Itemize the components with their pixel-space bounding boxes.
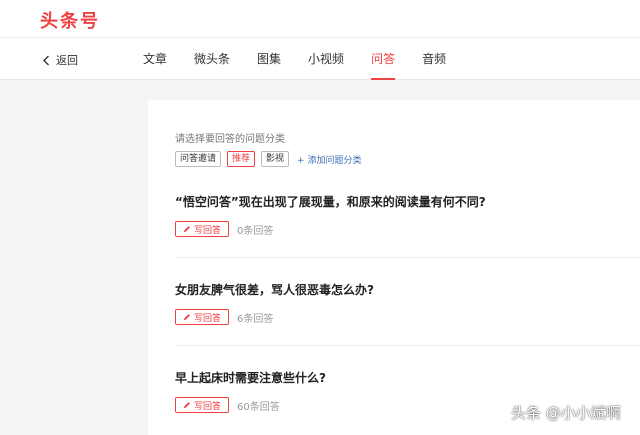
write-answer-label: 写回答: [193, 313, 221, 324]
add-category-label: 添加问题分类: [307, 155, 362, 166]
write-answer-button[interactable]: 写回答: [175, 309, 229, 325]
question-title[interactable]: 早上起床时需要注意些什么?: [175, 369, 640, 386]
answer-count: 60条回答: [237, 401, 280, 413]
back-label: 返回: [56, 54, 78, 67]
category-chips: 问答邀请 推荐 影视 + 添加问题分类: [175, 151, 361, 167]
category-chip-invites[interactable]: 问答邀请: [175, 151, 222, 167]
answer-count: 0条回答: [237, 225, 274, 237]
divider: [175, 257, 640, 258]
tab-qa[interactable]: 问答: [371, 38, 396, 80]
content-type-nav: 返回 文章 微头条 图集 小视频 问答 音频: [0, 38, 640, 80]
chevron-left-icon: [43, 55, 49, 65]
add-category-button[interactable]: + 添加问题分类: [297, 153, 361, 166]
category-chip-film[interactable]: 影视: [261, 151, 290, 167]
question-item: 女朋友脾气很差，骂人很恶毒怎么办? 写回答 6条回答: [175, 281, 640, 325]
toutiaohao-logo[interactable]: 头条号: [40, 7, 100, 33]
tab-gallery[interactable]: 图集: [257, 38, 281, 80]
pencil-icon: [183, 402, 190, 408]
question-title[interactable]: “悟空问答”现在出现了展现量，和原来的阅读量有何不同?: [175, 193, 640, 210]
write-answer-button[interactable]: 写回答: [175, 221, 229, 237]
category-chip-recommended[interactable]: 推荐: [227, 151, 256, 167]
pencil-icon: [183, 314, 190, 320]
pencil-icon: [183, 226, 190, 232]
tab-weitoutiao[interactable]: 微头条: [194, 38, 230, 80]
divider: [175, 345, 640, 346]
back-button[interactable]: 返回: [42, 52, 78, 68]
tab-short-video[interactable]: 小视频: [308, 38, 344, 80]
write-answer-button[interactable]: 写回答: [175, 397, 229, 413]
tab-audio[interactable]: 音频: [422, 38, 446, 80]
tab-bar: 文章 微头条 图集 小视频 问答 音频: [143, 38, 446, 80]
plus-icon: +: [297, 155, 305, 166]
write-answer-label: 写回答: [193, 225, 221, 236]
top-header: 头条号: [0, 0, 640, 38]
tab-article[interactable]: 文章: [143, 38, 167, 80]
write-answer-label: 写回答: [193, 401, 221, 412]
question-item: “悟空问答”现在出现了展现量，和原来的阅读量有何不同? 写回答 0条回答: [175, 193, 640, 237]
category-prompt: 请选择要回答的问题分类: [175, 134, 285, 145]
question-title[interactable]: 女朋友脾气很差，骂人很恶毒怎么办?: [175, 281, 640, 298]
question-list-panel: 请选择要回答的问题分类 问答邀请 推荐 影视 + 添加问题分类 “悟空问答”现在…: [148, 100, 640, 435]
answer-count: 6条回答: [237, 313, 274, 325]
watermark: 头条 @小小斌啊: [511, 404, 621, 422]
